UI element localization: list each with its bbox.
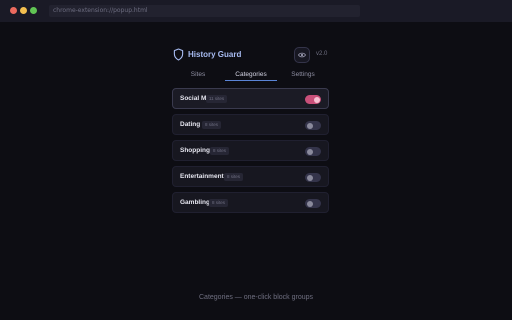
category-toggle-entertainment[interactable] [305,173,321,182]
category-name: Shopping [180,147,210,154]
app-title: History Guard [188,50,242,59]
tab-categories[interactable]: Categories [225,71,277,78]
site-count-badge: 8 sites [224,173,244,181]
privacy-view-button[interactable] [294,47,310,63]
window-close-button[interactable] [10,7,17,14]
category-card-dating[interactable]: Dating 8 sites [172,114,329,135]
toggle-knob [306,122,313,129]
extension-popup: History Guard v2.0 Sites Categories Sett… [172,44,329,213]
window-minimize-button[interactable] [20,7,27,14]
toggle-knob [306,174,313,181]
page-caption: Categories — one-click block groups [199,294,313,301]
toggle-knob [306,200,313,207]
category-name: Gambling [180,199,210,206]
category-name: Dating [180,121,201,128]
site-count-badge: 8 sites [202,121,222,129]
site-count-badge: 8 sites [209,199,229,207]
toggle-knob [306,148,313,155]
eye-icon [298,52,306,58]
browser-toolbar: chrome-extension://popup.html [0,0,512,22]
tab-sites[interactable]: Sites [172,71,224,78]
toggle-knob [313,96,320,103]
site-count-badge: 11 sites [206,95,228,103]
tab-bar: Sites Categories Settings [172,66,329,82]
category-card-entertainment[interactable]: Entertainment 8 sites [172,166,329,187]
category-toggle-social-media[interactable] [305,95,321,104]
category-toggle-shopping[interactable] [305,147,321,156]
address-bar[interactable]: chrome-extension://popup.html [49,5,360,17]
version-label: v2.0 [316,51,328,57]
shield-icon [173,48,184,61]
category-card-social-media[interactable]: Social Media 11 sites [172,88,329,109]
site-count-badge: 8 sites [210,147,230,155]
category-toggle-gambling[interactable] [305,199,321,208]
window-maximize-button[interactable] [30,7,37,14]
popup-header: History Guard v2.0 [172,44,329,66]
tab-settings[interactable]: Settings [277,71,329,78]
active-tab-indicator [225,80,277,81]
category-name: Entertainment [180,173,224,180]
category-card-gambling[interactable]: Gambling 8 sites [172,192,329,213]
category-card-shopping[interactable]: Shopping 8 sites [172,140,329,161]
category-toggle-dating[interactable] [305,121,321,130]
